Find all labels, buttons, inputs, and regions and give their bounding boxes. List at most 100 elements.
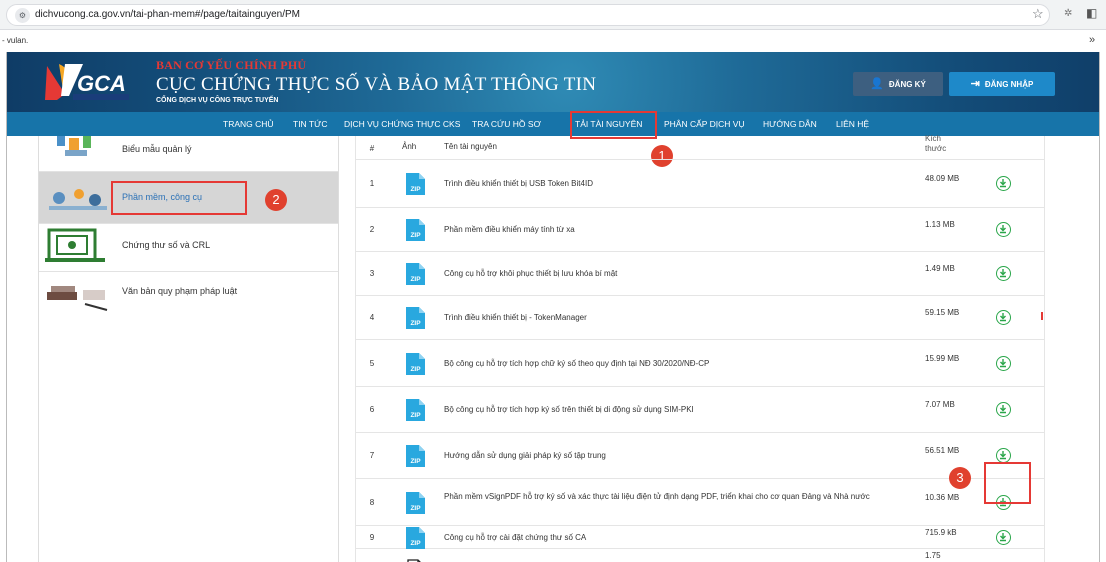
resource-name[interactable]: Phần mềm vSignPDF hỗ trợ ký số và xác th… <box>444 491 904 503</box>
portal-name: CỔNG DỊCH VỤ CÔNG TRỰC TUYẾN <box>156 97 279 104</box>
category-label: Biểu mẫu quản lý <box>122 144 192 154</box>
highlight-box-category <box>111 181 247 215</box>
svg-text:GCA: GCA <box>77 71 126 96</box>
resource-name[interactable]: Bộ công cụ hỗ trợ tích hợp chữ ký số the… <box>444 358 904 370</box>
download-button[interactable] <box>996 266 1011 281</box>
svg-text:ZIP: ZIP <box>410 505 421 512</box>
zip-file-icon: ZIP <box>406 263 425 285</box>
resource-size: 1.75 <box>925 551 941 560</box>
resource-name[interactable]: Phần mềm điều khiển máy tính từ xa <box>444 224 904 236</box>
download-button[interactable] <box>996 356 1011 371</box>
register-button[interactable]: 👤 ĐĂNG KÝ <box>853 72 943 96</box>
download-icon <box>1000 269 1006 278</box>
table-row: 4 ZIP Trình điều khiển thiết bị - TokenMan… <box>355 296 1045 340</box>
row-index: 1 <box>369 179 375 188</box>
category-item-legal-docs[interactable]: Văn bản quy phạm pháp luật <box>39 272 338 318</box>
nav-cert-services[interactable]: DỊCH VỤ CHỨNG THỰC CKS <box>344 112 460 136</box>
resource-size: 10.36 MB <box>925 493 960 502</box>
download-button[interactable] <box>996 448 1011 463</box>
resource-size: 1.13 MB <box>925 220 955 229</box>
category-item-forms[interactable]: Biểu mẫu quản lý <box>39 136 338 172</box>
login-label: ĐĂNG NHẬP <box>984 80 1034 89</box>
software-tools-illustration <box>49 189 107 210</box>
download-button[interactable] <box>996 176 1011 191</box>
resource-size: 56.51 MB <box>925 446 960 455</box>
nav-lookup[interactable]: TRA CỨU HỒ SƠ <box>472 112 541 136</box>
svg-text:ZIP: ZIP <box>410 540 421 547</box>
address-bar: ⚙ dichvucong.ca.gov.vn/tai-phan-mem#/pag… <box>0 0 1106 30</box>
category-item-certificates[interactable]: Chứng thư số và CRL <box>39 224 338 272</box>
svg-text:ZIP: ZIP <box>410 412 421 419</box>
download-icon <box>1000 359 1006 368</box>
zip-file-icon: ZIP <box>406 445 425 467</box>
resource-size: 15.99 MB <box>925 354 960 363</box>
resource-name[interactable]: Công cụ hỗ trợ cài đặt chứng thư số CA <box>444 532 904 544</box>
svg-text:ZIP: ZIP <box>410 320 421 327</box>
zip-file-icon: ZIP <box>406 219 425 241</box>
svg-text:ZIP: ZIP <box>410 366 421 373</box>
register-label: ĐĂNG KÝ <box>888 80 926 89</box>
nav-news[interactable]: TIN TỨC <box>293 112 328 136</box>
table-row: 1 ZIP Trình điều khiển thiết bị USB Token … <box>355 160 1045 208</box>
header-size: Kích thước <box>925 134 947 153</box>
page-border-right <box>1099 52 1100 562</box>
header-name: Tên tài nguyên <box>444 142 497 151</box>
bookmark-star-icon[interactable]: ☆ <box>1032 6 1044 22</box>
download-button[interactable] <box>996 530 1011 545</box>
table-row: 6 ZIP Bộ công cụ hỗ trợ tích hợp ký số trê… <box>355 387 1045 433</box>
scroll-indicator <box>1041 312 1043 320</box>
download-button[interactable] <box>996 402 1011 417</box>
tune-icon[interactable]: ⚙ <box>15 8 30 23</box>
row-index: 7 <box>369 451 375 460</box>
resource-name[interactable]: Hướng dẫn sử dụng giải pháp ký số tập tr… <box>444 450 904 462</box>
extensions-puzzle-icon[interactable]: ◧ <box>1086 6 1097 20</box>
gca-logo[interactable]: GCA <box>43 60 143 104</box>
resource-name[interactable]: Trình điều khiển thiết bị - TokenManager <box>444 312 904 324</box>
header-index: # <box>369 144 375 153</box>
download-icon <box>1000 451 1006 460</box>
resource-name[interactable]: Công cụ hỗ trợ khôi phục thiết bị lưu kh… <box>444 268 904 280</box>
download-button[interactable] <box>996 222 1011 237</box>
login-icon: ⇥ <box>970 78 980 90</box>
nav-home[interactable]: TRANG CHỦ <box>223 112 274 136</box>
row-index: 8 <box>369 498 375 507</box>
step-callout-3: 3 <box>949 467 971 489</box>
more-bookmarks-button[interactable]: » <box>1089 34 1095 46</box>
zip-file-icon: ZIP <box>406 399 425 421</box>
resource-size: 48.09 MB <box>925 174 960 183</box>
add-user-icon: 👤 <box>870 78 884 90</box>
nav-contact[interactable]: LIÊN HỆ <box>836 112 869 136</box>
url-text[interactable]: dichvucong.ca.gov.vn/tai-phan-mem#/page/… <box>35 9 300 20</box>
table-header-row: # Ảnh Tên tài nguyên Kích thước <box>355 134 1045 160</box>
main-nav: TRANG CHỦ TIN TỨC DỊCH VỤ CHỨNG THỰC CKS… <box>7 112 1099 136</box>
login-button[interactable]: ⇥ ĐĂNG NHẬP <box>949 72 1055 96</box>
resource-name[interactable]: Trình điều khiển thiết bị USB Token Bit4… <box>444 178 904 190</box>
highlight-box-nav <box>570 111 657 139</box>
row-index: 3 <box>369 269 375 278</box>
bookmarks-bar: - vulan. » <box>0 30 1106 52</box>
bookmark-item[interactable]: - vulan. <box>2 36 28 45</box>
resource-name[interactable]: Bộ công cụ hỗ trợ tích hợp ký số trên th… <box>444 404 904 416</box>
zip-file-icon: ZIP <box>406 173 425 195</box>
download-icon <box>1000 313 1006 322</box>
download-button[interactable] <box>996 310 1011 325</box>
svg-text:ZIP: ZIP <box>410 232 421 239</box>
row-index: 2 <box>369 225 375 234</box>
svg-text:ZIP: ZIP <box>410 276 421 283</box>
step-callout-2: 2 <box>265 189 287 211</box>
nav-service-levels[interactable]: PHÂN CẤP DỊCH VỤ <box>664 112 745 136</box>
legal-documents-illustration <box>47 286 108 311</box>
extension-icon[interactable]: ✲ <box>1064 8 1072 19</box>
zip-file-icon: ZIP <box>406 353 425 375</box>
header-image: Ảnh <box>402 142 417 151</box>
nav-guides[interactable]: HƯỚNG DẪN <box>763 112 817 136</box>
svg-text:ZIP: ZIP <box>410 458 421 465</box>
url-field[interactable]: ⚙ dichvucong.ca.gov.vn/tai-phan-mem#/pag… <box>6 4 1050 26</box>
site-banner: GCA BAN CƠ YẾU CHÍNH PHỦ CỤC CHỨNG THỰC … <box>7 52 1099 112</box>
row-index: 5 <box>369 359 375 368</box>
certificate-icon <box>45 228 105 262</box>
resource-table: # Ảnh Tên tài nguyên Kích thước 1 ZIP Trìn… <box>355 134 1045 562</box>
agency-name: CỤC CHỨNG THỰC SỐ VÀ BẢO MẬT THÔNG TIN <box>156 74 597 95</box>
resource-size: 1.49 MB <box>925 264 955 273</box>
forms-illustration <box>57 136 91 156</box>
